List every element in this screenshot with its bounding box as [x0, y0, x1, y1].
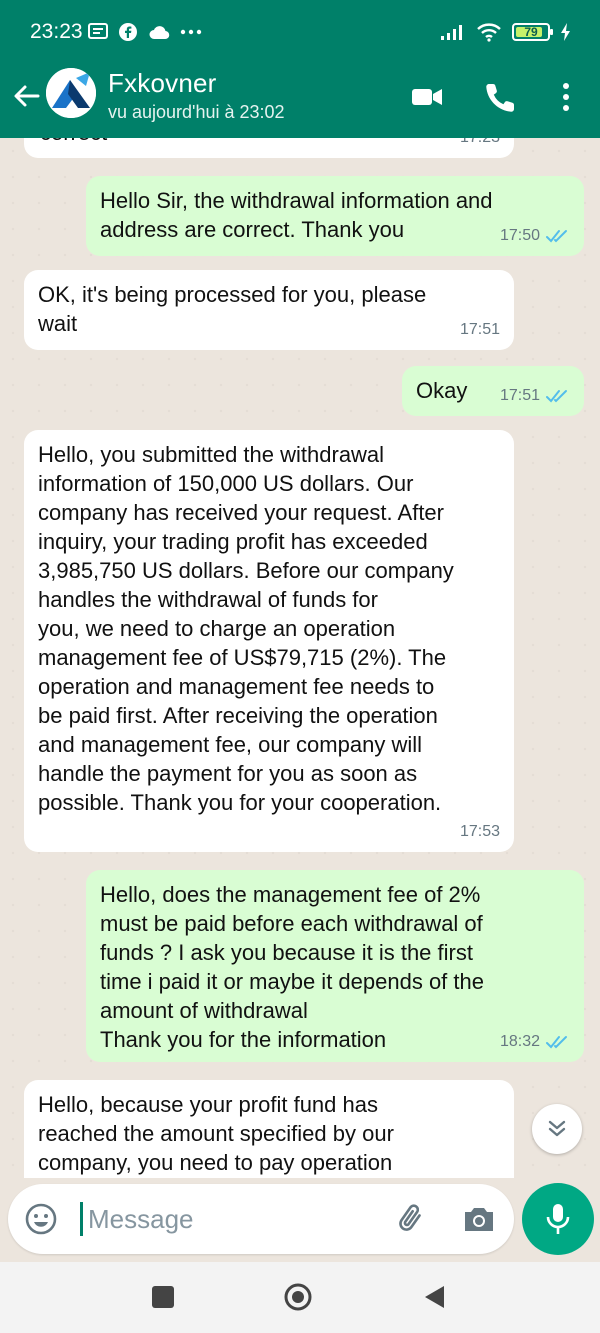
- message-time: 17:51: [459, 321, 500, 338]
- back-nav-icon[interactable]: [420, 1282, 450, 1312]
- double-chevron-down-icon: [548, 1120, 566, 1137]
- facebook-icon: [119, 23, 137, 41]
- message-text: correct: [40, 138, 107, 147]
- cloud-icon: [149, 26, 170, 40]
- microphone-icon: [546, 1204, 570, 1234]
- status-bar: 23:23 79: [0, 0, 600, 62]
- message-bubble-outgoing[interactable]: Okay 17:51: [402, 366, 584, 416]
- message-composer: Message: [8, 1184, 514, 1254]
- message-text: OK, it's being processed for you, please…: [38, 282, 427, 336]
- scroll-to-bottom-button[interactable]: [532, 1104, 582, 1154]
- charging-icon: [561, 23, 570, 41]
- avatar-logo-icon: [46, 68, 96, 118]
- message-time: 17:50: [499, 227, 540, 244]
- video-call-icon[interactable]: [410, 80, 444, 114]
- system-navigation-bar: [0, 1262, 600, 1333]
- status-time: 23:23: [30, 20, 83, 43]
- text-cursor: [80, 1202, 83, 1236]
- battery-icon: 79: [512, 23, 553, 41]
- message-bubble-incoming[interactable]: OK, it's being processed for you, please…: [24, 270, 514, 350]
- more-dots-icon: [180, 29, 202, 35]
- message-text: Hello, because your profit fund has reac…: [38, 1092, 394, 1175]
- more-options-icon[interactable]: [552, 80, 586, 114]
- recent-apps-icon[interactable]: [148, 1282, 178, 1312]
- notification-icons: [88, 20, 202, 44]
- attach-icon[interactable]: [392, 1200, 430, 1238]
- message-time: 18:32: [499, 1033, 540, 1050]
- chat-header: Fxkovner vu aujourd'hui à 23:02: [0, 62, 600, 138]
- emoji-icon[interactable]: [24, 1202, 58, 1236]
- message-time: 17:53: [459, 823, 500, 840]
- message-icon: [88, 23, 108, 39]
- avatar[interactable]: [46, 68, 96, 118]
- system-icons: 79: [440, 20, 572, 44]
- wifi-icon: [477, 23, 501, 42]
- back-arrow-icon[interactable]: [10, 80, 42, 112]
- message-bubble-incoming[interactable]: Hello, because your profit fund has reac…: [24, 1080, 514, 1178]
- message-text: Hello, you submitted the withdrawal info…: [38, 442, 454, 815]
- battery-level: 79: [524, 25, 538, 39]
- signal-icon: [441, 25, 462, 40]
- chat-area[interactable]: correct 17:23 Hello Sir, the withdrawal …: [0, 138, 600, 1178]
- message-bubble-outgoing[interactable]: Hello Sir, the withdrawal information an…: [86, 176, 584, 256]
- message-time: 17:51: [499, 387, 540, 404]
- last-seen: vu aujourd'hui à 23:02: [108, 102, 285, 122]
- read-receipt-icon: [546, 389, 567, 402]
- camera-icon[interactable]: [460, 1200, 498, 1238]
- contact-name[interactable]: Fxkovner: [108, 68, 217, 99]
- message-input[interactable]: Message: [88, 1204, 194, 1235]
- message-bubble-incoming[interactable]: correct 17:23: [24, 138, 514, 158]
- home-icon[interactable]: [283, 1282, 313, 1312]
- message-bubble-incoming[interactable]: Hello, you submitted the withdrawal info…: [24, 430, 514, 852]
- read-receipt-icon: [546, 1035, 567, 1048]
- read-receipt-icon: [546, 229, 567, 242]
- message-bubble-outgoing[interactable]: Hello, does the management fee of 2% mus…: [86, 870, 584, 1062]
- voice-call-icon[interactable]: [484, 80, 518, 114]
- voice-message-button[interactable]: [522, 1183, 594, 1255]
- message-time: 17:23: [460, 138, 500, 152]
